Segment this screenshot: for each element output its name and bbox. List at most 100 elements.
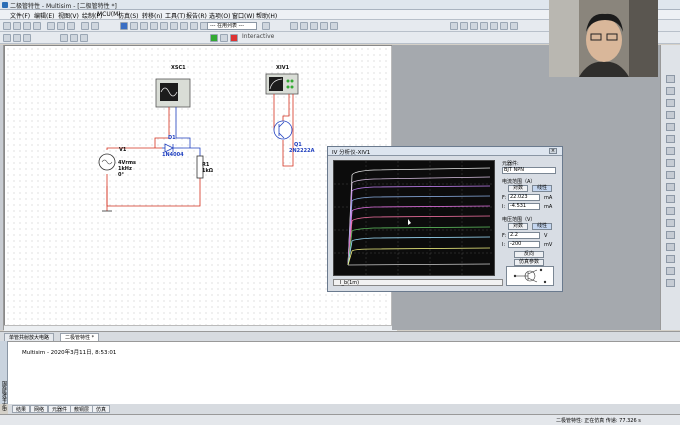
menu-options[interactable]: 选项(O) [209,11,230,20]
zoom-fit-icon[interactable] [320,22,328,30]
tab-copper-layers[interactable]: 敷铜层 [70,405,94,413]
open-folder-icon[interactable] [13,22,21,30]
paste-icon[interactable] [67,22,75,30]
redo-icon[interactable] [91,22,99,30]
pause-simulation-icon[interactable] [220,34,228,42]
function-generator-icon[interactable] [460,22,468,30]
menu-simulate[interactable]: 仿真(S) [118,11,139,20]
current-log-button[interactable]: 对数 [508,185,528,192]
cut-icon[interactable] [47,22,55,30]
menu-window[interactable]: 窗口(W) [232,11,255,20]
run-simulation-icon[interactable] [210,34,218,42]
voltage-final-unit[interactable]: V [544,233,547,239]
voltage-initial-unit[interactable]: mV [544,242,552,248]
voltage-log-button[interactable]: 对数 [508,223,528,230]
instrument-network-analyzer-icon[interactable] [666,231,675,239]
multimeter-icon[interactable] [450,22,458,30]
component-basic-icon[interactable] [120,22,128,30]
instrument-oscilloscope-icon[interactable] [666,111,675,119]
zoom-area-icon[interactable] [310,22,318,30]
current-linear-button[interactable]: 线性 [532,185,552,192]
instrument-current-probe-icon[interactable] [666,279,675,287]
voltage-linear-button[interactable]: 线性 [532,223,552,230]
current-initial-unit[interactable]: mA [544,204,552,210]
iv-curve-scrollbar[interactable]: I_b(1m) [333,279,503,286]
instrument-logic-analyzer-icon[interactable] [666,171,675,179]
print-icon[interactable] [33,22,41,30]
menu-view[interactable]: 视图(V) [58,11,79,20]
component-transistor-icon[interactable] [150,22,158,30]
oscilloscope-tool-icon[interactable] [480,22,488,30]
instrument-4ch-oscilloscope-icon[interactable] [666,123,675,131]
component-analog-icon[interactable] [160,22,168,30]
instrument-agilent-icon[interactable] [666,243,675,251]
zoom-out-icon[interactable] [300,22,308,30]
spreadsheet-view-sidebar[interactable]: 电子表格视图 [0,341,8,411]
zoom-in-icon[interactable] [290,22,298,30]
component-source-icon[interactable] [130,22,138,30]
interactive-mode-label[interactable]: Interactive [242,33,274,40]
tab-nets[interactable]: 网络 [30,405,49,413]
menu-reports[interactable]: 报告(R) [186,11,207,20]
instrument-function-generator-icon[interactable] [666,87,675,95]
component-select[interactable]: BJT NPN [502,167,556,174]
iv-window-titlebar[interactable]: IV 分析仪-XIV1 × [328,147,562,156]
diode-ref-label: D1 [168,135,176,141]
spreadsheet-icon[interactable] [13,34,21,42]
iv-analyzer-tool-icon[interactable] [500,22,508,30]
voltage-initial-input[interactable]: -200 [508,241,540,248]
current-final-unit[interactable]: mA [544,195,552,201]
menu-file[interactable]: 文件(F) [10,11,30,20]
simulate-param-button[interactable]: 仿真参数 [514,259,544,266]
voltage-final-input[interactable]: 2.2 [508,232,540,239]
design-toolbox-icon[interactable] [3,34,11,42]
menu-transfer[interactable]: 转移(n) [142,11,163,20]
instrument-frequency-counter-icon[interactable] [666,147,675,155]
instrument-word-generator-icon[interactable] [666,159,675,167]
instrument-distortion-analyzer-icon[interactable] [666,207,675,215]
bode-plotter-icon[interactable] [490,22,498,30]
full-screen-icon[interactable] [330,22,338,30]
close-icon[interactable]: × [549,148,557,154]
tab-components[interactable]: 元器件 [48,405,72,413]
tab-diode-characteristics[interactable]: 二极管特性 * [60,333,100,341]
help-icon[interactable] [262,22,270,30]
copy-icon[interactable] [57,22,65,30]
component-cmos-icon[interactable] [180,22,188,30]
instrument-labview-icon[interactable] [666,267,675,275]
menu-help[interactable]: 帮助(H) [256,11,277,20]
tab-results[interactable]: 结果 [12,405,31,413]
instrument-tektronix-icon[interactable] [666,255,675,263]
instrument-spectrum-analyzer-icon[interactable] [666,219,675,227]
instrument-iv-analyzer-icon[interactable] [666,195,675,203]
current-final-input[interactable]: 22.023 [508,194,540,201]
stop-simulation-icon[interactable] [230,34,238,42]
reverse-button[interactable]: 反向 [514,251,544,258]
instrument-multimeter-icon[interactable] [666,75,675,83]
component-diode-icon[interactable] [140,22,148,30]
document-tabs: 单管共射放大电路 二极管特性 * [0,331,680,341]
database-icon[interactable] [23,34,31,42]
menu-tools[interactable]: 工具(T) [165,11,185,20]
instrument-wattmeter-icon[interactable] [666,99,675,107]
instrument-bode-plotter-icon[interactable] [666,135,675,143]
undo-icon[interactable] [81,22,89,30]
voltage-range-label: 电压范围（V） [502,217,536,223]
current-initial-input[interactable]: -4.531 [508,203,540,210]
grapher-icon[interactable] [60,34,68,42]
in-use-list-combo[interactable]: --- 在用列表 --- [207,22,257,30]
bjt-connection-diagram [506,266,554,286]
menu-edit[interactable]: 编辑(E) [34,11,54,20]
instrument-logic-converter-icon[interactable] [666,183,675,191]
component-ttl-icon[interactable] [170,22,178,30]
new-file-icon[interactable] [3,22,11,30]
erc-icon[interactable] [80,34,88,42]
save-icon[interactable] [23,22,31,30]
logic-analyzer-icon[interactable] [510,22,518,30]
iv-analyzer-window[interactable]: IV 分析仪-XIV1 × I_b(1m) 元器件: BJT NPN 电流范围（… [327,146,563,292]
postprocessor-icon[interactable] [70,34,78,42]
tab-cs-amplifier[interactable]: 单管共射放大电路 [4,333,55,341]
component-mcu-icon[interactable] [190,22,198,30]
wattmeter-icon[interactable] [470,22,478,30]
tab-simulation[interactable]: 仿真 [92,405,111,413]
